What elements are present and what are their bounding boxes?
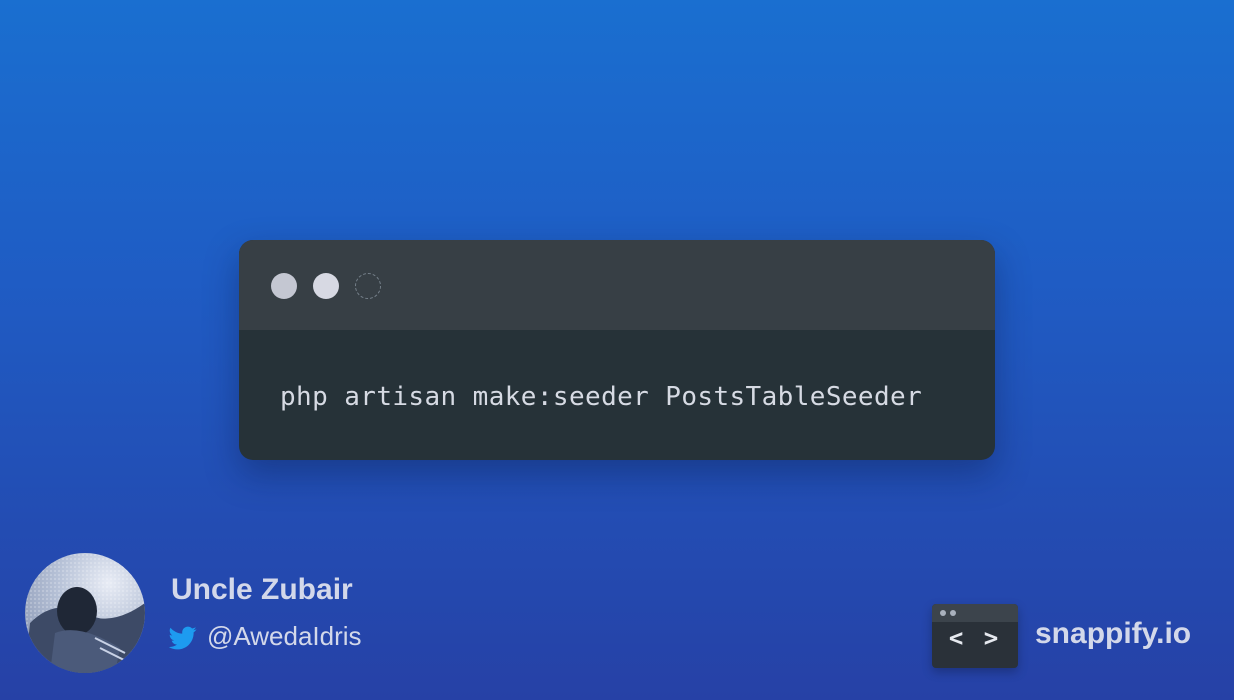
snappify-logo[interactable]: < > <box>932 604 1018 668</box>
twitter-handle[interactable]: @AwedaIdris <box>207 621 362 652</box>
twitter-icon[interactable] <box>169 624 197 652</box>
window-dot-icon <box>271 273 297 299</box>
code-window: php artisan make:seeder PostsTableSeeder <box>239 240 995 460</box>
author-name: Uncle Zubair <box>171 573 353 606</box>
window-dot-icon <box>355 273 381 299</box>
logo-dot-icon <box>950 610 956 616</box>
window-dot-icon <box>313 273 339 299</box>
code-body: php artisan make:seeder PostsTableSeeder <box>239 330 995 460</box>
code-line: php artisan make:seeder PostsTableSeeder <box>280 382 923 412</box>
window-title-bar <box>239 240 995 330</box>
avatar <box>25 553 145 673</box>
logo-dot-icon <box>940 610 946 616</box>
logo-title-bar <box>932 604 1018 622</box>
brand-name[interactable]: snappify.io <box>1035 617 1191 651</box>
code-brackets-icon: < > <box>948 624 1002 652</box>
